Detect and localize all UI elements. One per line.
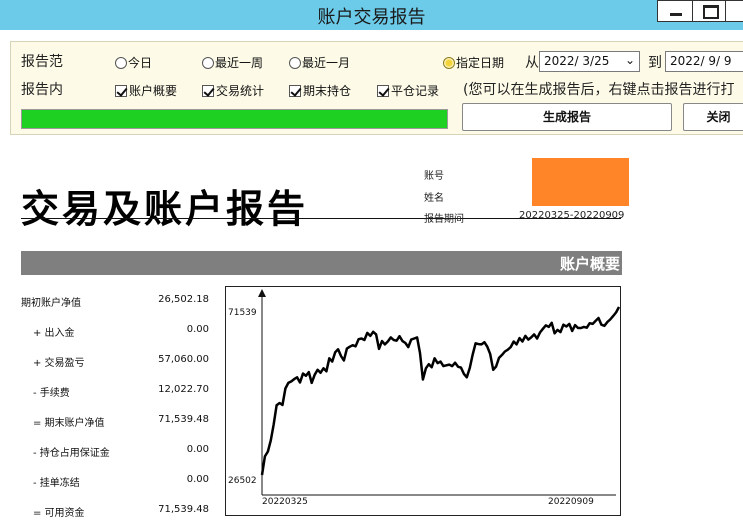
radio-custom-date-label: 指定日期 bbox=[456, 56, 505, 70]
to-date-picker[interactable]: 2022/ 9/ 9 bbox=[665, 51, 743, 72]
check-account-summary-label: 账户概要 bbox=[129, 84, 178, 98]
radio-today[interactable]: 今日 bbox=[115, 54, 152, 71]
summary-value: 26,502.18 bbox=[158, 294, 209, 305]
name-label: 姓名 bbox=[424, 193, 444, 204]
y-min-label: 26502 bbox=[228, 476, 257, 486]
progress-fill bbox=[22, 110, 447, 128]
summary-row: 期初账户净值 26,502.18 bbox=[21, 294, 209, 309]
period-label: 报告期间 bbox=[424, 214, 464, 225]
radio-custom-date[interactable]: 指定日期 bbox=[443, 54, 504, 71]
checkbox-checked-icon bbox=[289, 84, 301, 97]
radio-selected-icon bbox=[443, 56, 455, 69]
title-bar: 账户交易报告 bbox=[0, 0, 743, 30]
radio-icon bbox=[115, 56, 127, 69]
summary-name: + 出入金 bbox=[33, 328, 75, 339]
period-value: 20220325-20220909 bbox=[519, 210, 625, 221]
check-close-records-label: 平仓记录 bbox=[391, 84, 440, 98]
to-date-value: 2022/ 9/ 9 bbox=[670, 54, 732, 68]
summary-name: - 持仓占用保证金 bbox=[33, 448, 110, 459]
radio-icon bbox=[202, 56, 214, 69]
summary-name: = 可用资金 bbox=[33, 508, 85, 519]
minimize-button[interactable] bbox=[657, 0, 693, 22]
chevron-down-icon: ⌄ bbox=[624, 53, 635, 67]
summary-name: - 手续费 bbox=[33, 388, 70, 399]
check-end-positions-label: 期末持仓 bbox=[303, 84, 352, 98]
radio-last-month[interactable]: 最近一月 bbox=[289, 54, 350, 71]
summary-row: - 持仓占用保证金 0.00 bbox=[21, 444, 209, 459]
check-close-records[interactable]: 平仓记录 bbox=[377, 82, 439, 99]
equity-line bbox=[260, 306, 620, 476]
check-trade-stats[interactable]: 交易统计 bbox=[202, 82, 264, 99]
summary-name: + 交易盈亏 bbox=[33, 358, 85, 369]
check-end-positions[interactable]: 期末持仓 bbox=[289, 82, 351, 99]
checkbox-checked-icon bbox=[115, 84, 127, 97]
account-label: 账号 bbox=[424, 171, 444, 182]
summary-value: 57,060.00 bbox=[158, 354, 209, 365]
summary-value: 0.00 bbox=[186, 444, 209, 455]
section-title: 账户概要 bbox=[559, 255, 620, 273]
account-redaction-box bbox=[532, 158, 629, 206]
summary-row: + 出入金 0.00 bbox=[21, 324, 209, 339]
equity-chart-svg: 71539 26502 20220325 20220909 bbox=[228, 289, 620, 507]
summary-name: 期初账户净值 bbox=[21, 298, 81, 309]
radio-last-month-label: 最近一月 bbox=[302, 56, 351, 70]
summary-row: = 期末账户净值 71,539.48 bbox=[21, 414, 209, 429]
radio-last-week-label: 最近一周 bbox=[215, 56, 264, 70]
summary-value: 0.00 bbox=[186, 324, 209, 335]
close-button[interactable]: 关闭 bbox=[683, 103, 743, 131]
radio-today-label: 今日 bbox=[128, 56, 153, 70]
radio-last-week[interactable]: 最近一周 bbox=[202, 54, 263, 71]
summary-value: 71,539.48 bbox=[158, 414, 209, 425]
from-date-picker[interactable]: 2022/ 3/25 ⌄ bbox=[539, 51, 640, 72]
close-window-button[interactable] bbox=[725, 0, 743, 22]
checkbox-checked-icon bbox=[202, 84, 214, 97]
checkbox-checked-icon bbox=[377, 84, 389, 97]
summary-value: 12,022.70 bbox=[158, 384, 209, 395]
section-header: 账户概要 bbox=[21, 251, 622, 275]
y-axis-arrow-icon bbox=[258, 289, 266, 297]
from-date-value: 2022/ 3/25 bbox=[544, 54, 610, 68]
summary-name: - 挂单冻结 bbox=[33, 478, 80, 489]
radio-icon bbox=[289, 56, 301, 69]
generate-report-button[interactable]: 生成报告 bbox=[462, 103, 672, 131]
report-title: 交易及账户报告 bbox=[21, 187, 309, 231]
to-label: 到 bbox=[648, 55, 662, 71]
equity-chart: 71539 26502 20220325 20220909 bbox=[225, 286, 621, 516]
summary-value: 0.00 bbox=[186, 474, 209, 485]
summary-value: 71,539.48 bbox=[158, 504, 209, 515]
summary-row: - 挂单冻结 0.00 bbox=[21, 474, 209, 489]
x-start-label: 20220325 bbox=[262, 497, 308, 507]
range-label: 报告范 bbox=[21, 54, 63, 70]
summary-row: + 交易盈亏 57,060.00 bbox=[21, 354, 209, 369]
window-title: 账户交易报告 bbox=[317, 7, 426, 28]
summary-row: - 手续费 12,022.70 bbox=[21, 384, 209, 399]
check-trade-stats-label: 交易统计 bbox=[216, 84, 265, 98]
check-account-summary[interactable]: 账户概要 bbox=[115, 82, 177, 99]
x-end-label: 20220909 bbox=[548, 497, 594, 507]
hint-text: (您可以在生成报告后，右键点击报告进行打 bbox=[463, 82, 735, 98]
progress-bar bbox=[21, 109, 448, 129]
from-label: 从 bbox=[525, 55, 539, 71]
summary-row: = 可用资金 71,539.48 bbox=[21, 504, 209, 519]
summary-name: = 期末账户净值 bbox=[33, 418, 105, 429]
y-max-label: 71539 bbox=[228, 308, 257, 318]
content-label: 报告内 bbox=[21, 82, 63, 98]
maximize-button[interactable] bbox=[692, 0, 726, 22]
